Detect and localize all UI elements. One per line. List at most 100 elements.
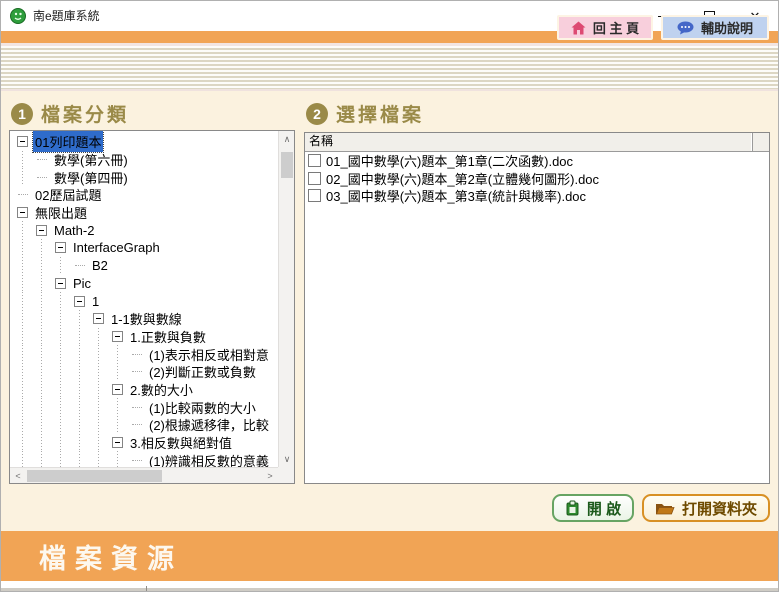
tree-item-label: B2 bbox=[90, 257, 110, 274]
footer-bar: 檔案資源 bbox=[1, 531, 778, 581]
scroll-left-icon[interactable]: < bbox=[10, 468, 26, 484]
collapse-icon[interactable] bbox=[33, 221, 52, 239]
tree-item[interactable]: (1)比較兩數的大小 bbox=[10, 398, 278, 416]
tree-guide-line bbox=[71, 416, 90, 434]
tree-item[interactable]: 3.相反數與絕對值 bbox=[10, 434, 278, 452]
file-name: 01_國中數學(六)題本_第1章(二次函數).doc bbox=[326, 152, 573, 170]
tree-guide-line bbox=[90, 434, 109, 452]
file-checkbox[interactable] bbox=[308, 154, 321, 167]
tree-connector bbox=[128, 451, 147, 467]
tree-guide-line bbox=[14, 381, 33, 399]
tree-item[interactable]: Pic bbox=[10, 275, 278, 293]
tree-vertical-scrollbar[interactable]: ∧ ∨ bbox=[278, 131, 294, 467]
tree-item[interactable]: 1 bbox=[10, 292, 278, 310]
tree-item[interactable]: 數學(第四冊) bbox=[10, 168, 278, 186]
category-tree: 01列印題本數學(第六冊)數學(第四冊)02歷屆試題無限出題Math-2Inte… bbox=[10, 131, 278, 467]
app-window: 南e題庫系統 ✕ 1 檔案分類 01列印題本數學(第六冊)數學(第四冊)02歷屆… bbox=[0, 0, 779, 592]
collapse-icon[interactable] bbox=[109, 381, 128, 399]
collapse-icon[interactable] bbox=[14, 204, 33, 222]
collapse-icon[interactable] bbox=[109, 434, 128, 452]
footer-title: 檔案資源 bbox=[39, 531, 183, 581]
window-title: 南e題庫系統 bbox=[33, 1, 100, 31]
collapse-icon[interactable] bbox=[52, 275, 71, 293]
tree-guide-line bbox=[52, 381, 71, 399]
tree-guide-line bbox=[14, 275, 33, 293]
tree-guide-line bbox=[14, 168, 33, 186]
open-button-label: 開 啟 bbox=[587, 498, 621, 519]
tree-guide-line bbox=[14, 221, 33, 239]
file-checkbox[interactable] bbox=[308, 172, 321, 185]
tree-guide-line bbox=[33, 398, 52, 416]
tree-item[interactable]: (1)表示相反或相對意 bbox=[10, 345, 278, 363]
home-button[interactable]: 回 主 頁 bbox=[557, 15, 653, 40]
tree-guide-line bbox=[52, 451, 71, 467]
tree-guide-line bbox=[71, 310, 90, 328]
open-file-icon bbox=[565, 500, 580, 516]
collapse-icon[interactable] bbox=[109, 328, 128, 346]
tree-guide-line bbox=[33, 310, 52, 328]
tree-guide-line bbox=[33, 363, 52, 381]
open-folder-button[interactable]: 打開資料夾 bbox=[642, 494, 770, 522]
file-list-panel: 名稱 01_國中數學(六)題本_第1章(二次函數).doc02_國中數學(六)題… bbox=[304, 132, 770, 484]
tree-horizontal-scrollbar[interactable]: < > bbox=[10, 467, 278, 483]
tree-item[interactable]: 02歷屆試題 bbox=[10, 186, 278, 204]
collapse-icon[interactable] bbox=[71, 292, 90, 310]
tree-guide-line bbox=[33, 381, 52, 399]
bottom-edge bbox=[1, 588, 778, 592]
app-logo-icon bbox=[10, 8, 26, 24]
file-row[interactable]: 03_國中數學(六)題本_第3章(統計與機率).doc bbox=[305, 187, 769, 205]
tree-item[interactable]: B2 bbox=[10, 257, 278, 275]
tree-guide-line bbox=[33, 275, 52, 293]
tree-item[interactable]: 01列印題本 bbox=[10, 133, 278, 151]
tree-item[interactable]: 1-1數與數線 bbox=[10, 310, 278, 328]
scroll-up-icon[interactable]: ∧ bbox=[279, 131, 295, 147]
file-row[interactable]: 01_國中數學(六)題本_第1章(二次函數).doc bbox=[305, 152, 769, 170]
file-name: 02_國中數學(六)題本_第2章(立體幾何圖形).doc bbox=[326, 169, 599, 188]
tree-item[interactable]: Math-2 bbox=[10, 221, 278, 239]
tree-item[interactable]: (2)根據遞移律，比較 bbox=[10, 416, 278, 434]
tree-item[interactable]: (2)判斷正數或負數 bbox=[10, 363, 278, 381]
collapse-icon[interactable] bbox=[90, 310, 109, 328]
tree-item[interactable]: 2.數的大小 bbox=[10, 381, 278, 399]
step-1-badge: 1 bbox=[11, 103, 33, 125]
tree-item[interactable]: (1)辨識相反數的意義 bbox=[10, 451, 278, 467]
help-button[interactable]: 輔助說明 bbox=[661, 15, 769, 40]
tree-guide-line bbox=[52, 398, 71, 416]
tree-item-label: 無限出題 bbox=[33, 202, 89, 223]
tree-guide-line bbox=[52, 292, 71, 310]
tree-guide-line bbox=[14, 416, 33, 434]
file-row[interactable]: 02_國中數學(六)題本_第2章(立體幾何圖形).doc bbox=[305, 170, 769, 188]
tree-item[interactable]: 數學(第六冊) bbox=[10, 151, 278, 169]
tree-item[interactable]: 1.正數與負數 bbox=[10, 328, 278, 346]
open-button[interactable]: 開 啟 bbox=[552, 494, 634, 522]
tree-guide-line bbox=[52, 310, 71, 328]
tree-item[interactable]: 無限出題 bbox=[10, 204, 278, 222]
file-checkbox[interactable] bbox=[308, 189, 321, 202]
tree-guide-line bbox=[90, 416, 109, 434]
tree-guide-line bbox=[52, 345, 71, 363]
tree-guide-line bbox=[71, 381, 90, 399]
tree-guide-line bbox=[109, 451, 128, 467]
scroll-right-icon[interactable]: > bbox=[262, 468, 278, 484]
collapse-icon[interactable] bbox=[14, 133, 33, 151]
tree-guide-line bbox=[71, 451, 90, 467]
tree-vscroll-thumb[interactable] bbox=[281, 152, 293, 178]
tree-hscroll-thumb[interactable] bbox=[27, 470, 162, 482]
step-2-badge: 2 bbox=[306, 103, 328, 125]
column-header-extra bbox=[753, 133, 769, 151]
tree-guide-line bbox=[52, 257, 71, 275]
left-section-title: 檔案分類 bbox=[41, 100, 129, 127]
speech-bubble-icon bbox=[677, 21, 694, 35]
right-section-title: 選擇檔案 bbox=[336, 100, 424, 127]
tree-guide-line bbox=[71, 328, 90, 346]
collapse-icon[interactable] bbox=[52, 239, 71, 257]
tree-guide-line bbox=[90, 363, 109, 381]
scrollbar-corner bbox=[278, 467, 294, 483]
column-header-name[interactable]: 名稱 bbox=[305, 133, 753, 151]
tree-item[interactable]: InterfaceGraph bbox=[10, 239, 278, 257]
striped-band bbox=[1, 43, 778, 91]
scroll-down-icon[interactable]: ∨ bbox=[279, 451, 295, 467]
tree-connector bbox=[14, 186, 33, 204]
open-folder-button-label: 打開資料夾 bbox=[682, 498, 757, 519]
category-tree-panel: 01列印題本數學(第六冊)數學(第四冊)02歷屆試題無限出題Math-2Inte… bbox=[9, 130, 295, 484]
